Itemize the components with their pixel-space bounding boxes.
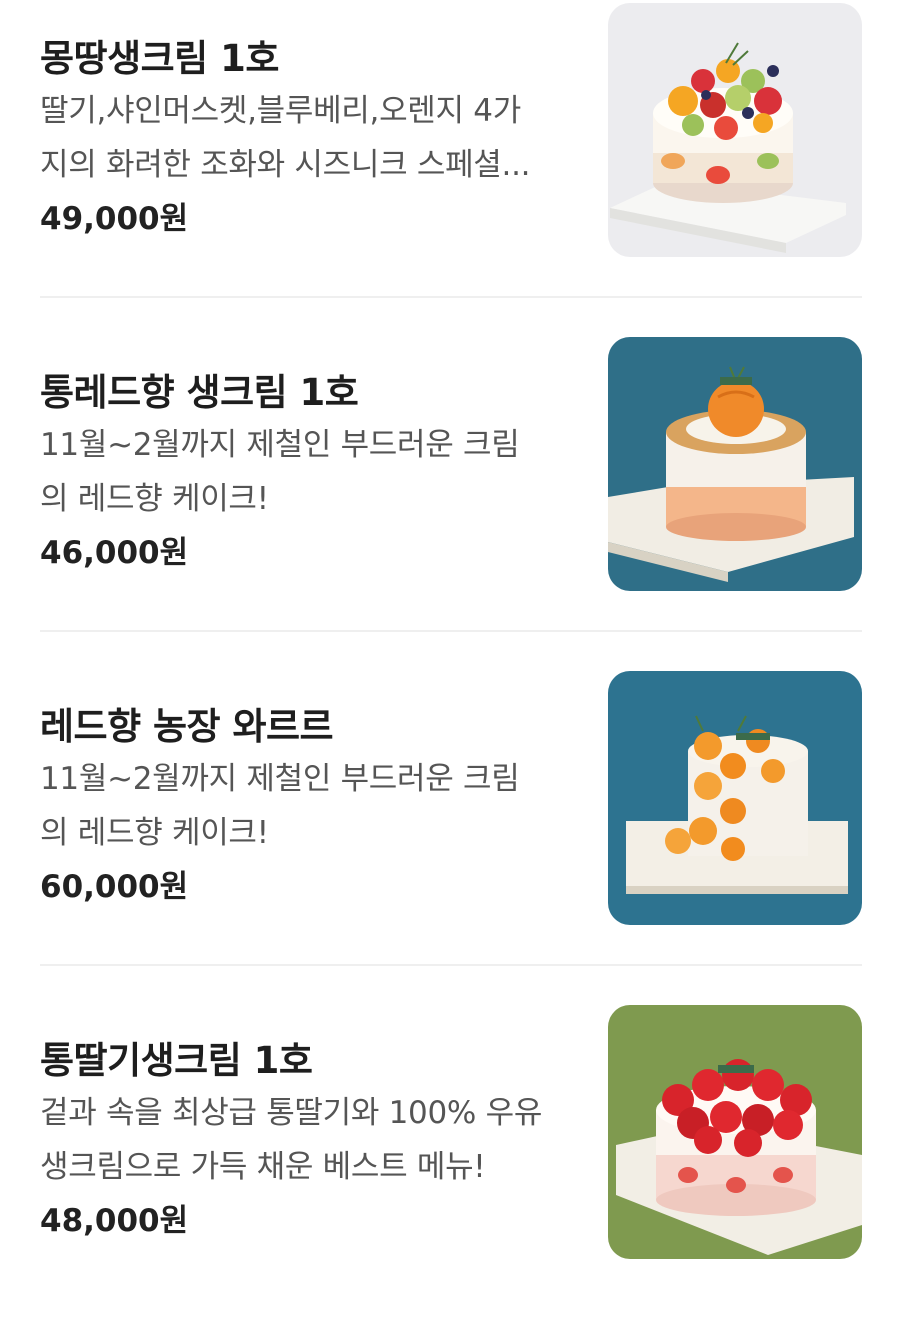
menu-item-price: 46,000원 — [40, 535, 189, 571]
description-line: 의 레드향 케이크! — [40, 815, 269, 851]
strawberry-cake-image[interactable] — [608, 1005, 862, 1259]
menu-item[interactable]: 레드향 농장 와르르 11월~2월까지 제철인 부드러운 크림 의 레드향 케이… — [0, 668, 900, 1002]
menu-item[interactable]: 통딸기생크림 1호 겉과 속을 최상급 통딸기와 100% 우유 생크림으로 가… — [0, 1002, 900, 1336]
menu-item-description: 겉과 속을 최상급 통딸기와 100% 우유 생크림으로 가득 채운 베스트 메… — [40, 1086, 580, 1194]
menu-item-description: 11월~2월까지 제철인 부드러운 크림 의 레드향 케이크! — [40, 752, 580, 860]
divider — [40, 630, 862, 632]
menu-item-name: 몽땅생크림 1호 — [40, 37, 279, 80]
menu-item-description: 11월~2월까지 제철인 부드러운 크림 의 레드향 케이크! — [40, 418, 580, 526]
menu-item-name: 통레드향 생크림 1호 — [40, 371, 359, 414]
divider — [40, 964, 862, 966]
redhyang-cake-image[interactable] — [608, 337, 862, 591]
description-line: 11월~2월까지 제철인 부드러운 크림 — [40, 427, 520, 463]
description-line: 지의 화려한 조화와 시즈니크 스페셜... — [40, 147, 531, 183]
description-line: 의 레드향 케이크! — [40, 481, 269, 517]
description-line: 겉과 속을 최상급 통딸기와 100% 우유 — [40, 1095, 543, 1131]
tangerine-cake-illustration — [608, 671, 862, 925]
description-line: 딸기,샤인머스켓,블루베리,오렌지 4가 — [40, 93, 521, 129]
tangerine-cake-image[interactable] — [608, 671, 862, 925]
divider — [40, 296, 862, 298]
redhyang-cake-illustration — [608, 337, 862, 591]
menu-item-price: 48,000원 — [40, 1203, 189, 1239]
menu-item[interactable]: 몽땅생크림 1호 딸기,샤인머스켓,블루베리,오렌지 4가 지의 화려한 조화와… — [0, 0, 900, 334]
fruit-cake-illustration — [608, 3, 862, 257]
menu-item-description: 딸기,샤인머스켓,블루베리,오렌지 4가 지의 화려한 조화와 시즈니크 스페셜… — [40, 84, 580, 192]
menu-item-name: 레드향 농장 와르르 — [40, 705, 334, 748]
menu-item-price: 60,000원 — [40, 869, 189, 905]
strawberry-cake-illustration — [608, 1005, 862, 1259]
description-line: 11월~2월까지 제철인 부드러운 크림 — [40, 761, 520, 797]
menu-item-name: 통딸기생크림 1호 — [40, 1039, 313, 1082]
menu-item-price: 49,000원 — [40, 201, 189, 237]
description-line: 생크림으로 가득 채운 베스트 메뉴! — [40, 1149, 486, 1185]
fruit-cake-image[interactable] — [608, 3, 862, 257]
menu-item[interactable]: 통레드향 생크림 1호 11월~2월까지 제철인 부드러운 크림 의 레드향 케… — [0, 334, 900, 668]
